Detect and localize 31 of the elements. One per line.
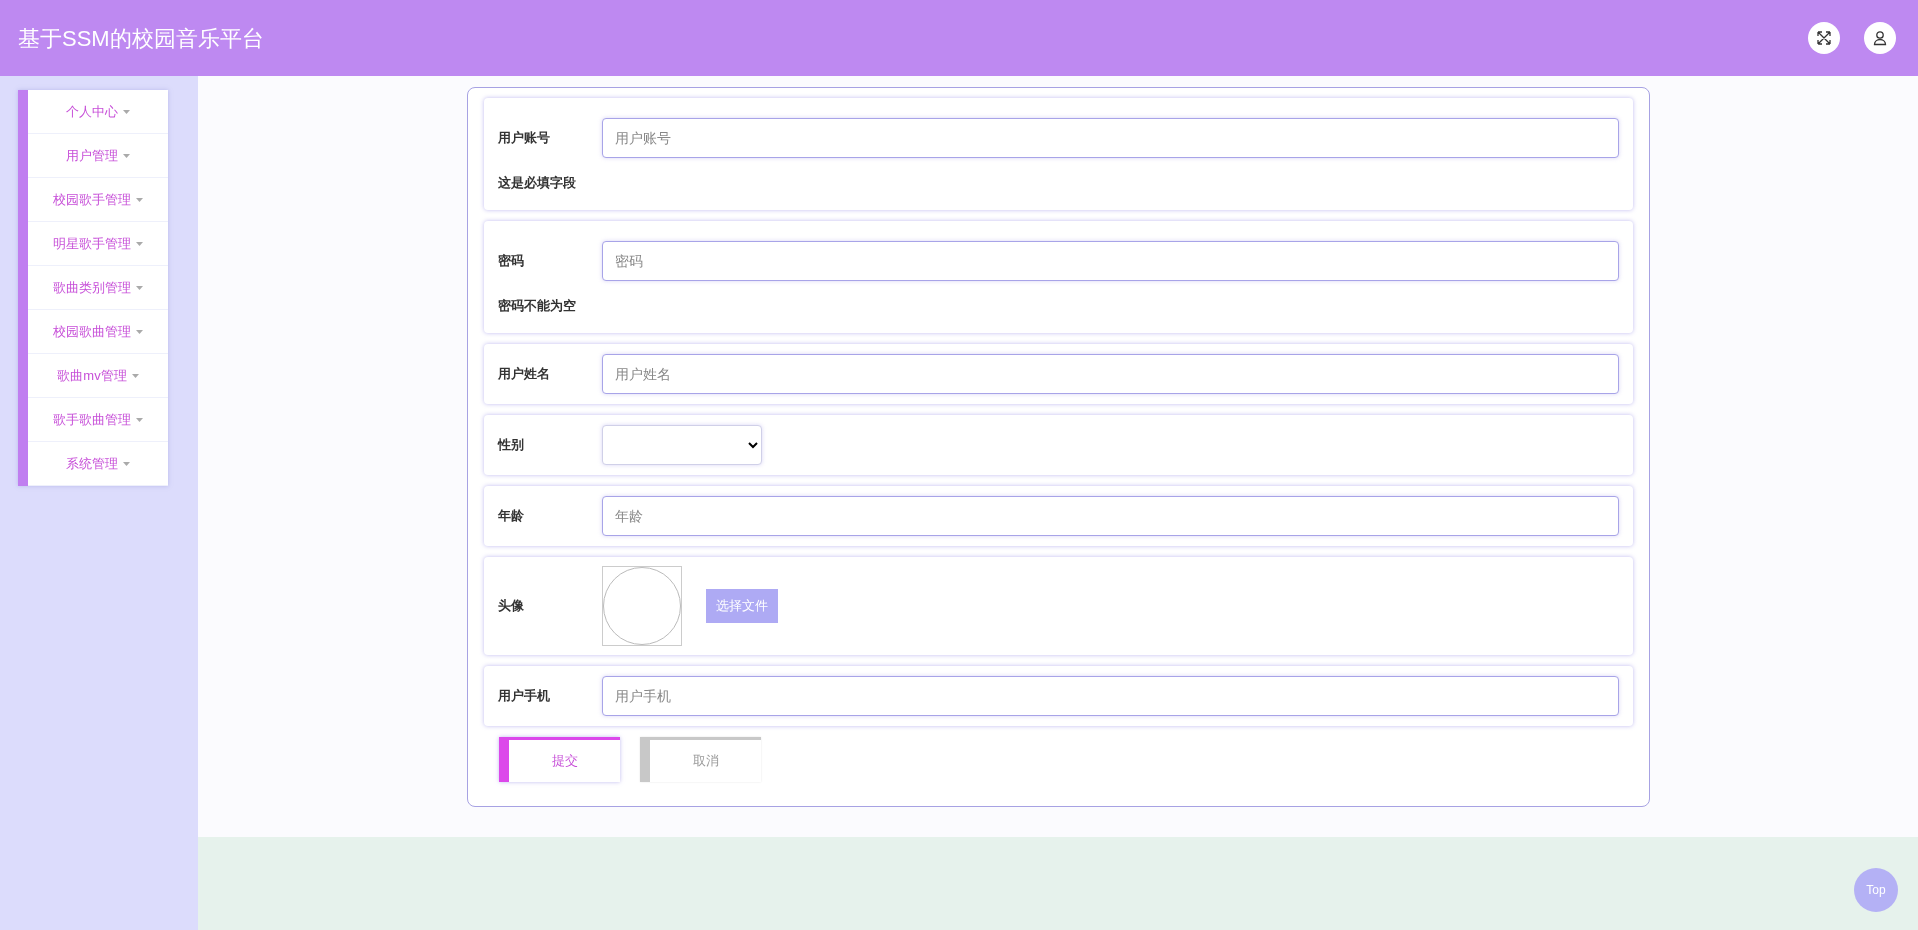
caret-icon	[123, 109, 130, 114]
caret-icon	[136, 197, 143, 202]
text-input[interactable]: 用户手机	[602, 676, 1619, 716]
app-title: 基于SSM的校园音乐平台	[18, 24, 264, 53]
fullscreen-button[interactable]	[1808, 22, 1840, 54]
text-input[interactable]: 用户账号	[602, 118, 1619, 158]
choose-file-button[interactable]: 选择文件	[706, 589, 778, 623]
text-input[interactable]: 年龄	[602, 496, 1619, 536]
field-label: 用户姓名	[498, 365, 551, 384]
field-label: 用户账号	[498, 129, 551, 148]
field-label: 头像	[498, 597, 525, 616]
error-message: 这是必填字段	[498, 175, 576, 190]
cancel-button[interactable]: 取消	[640, 737, 761, 782]
caret-icon	[136, 285, 143, 290]
caret-icon	[123, 461, 130, 466]
submit-button[interactable]: 提交	[499, 737, 620, 782]
caret-icon	[123, 153, 130, 158]
expand-icon	[1816, 30, 1832, 46]
field-label: 年龄	[498, 507, 525, 526]
field-label: 用户手机	[498, 687, 551, 706]
caret-icon	[131, 373, 139, 378]
caret-icon	[136, 417, 143, 422]
text-input[interactable]: 用户姓名	[602, 354, 1619, 394]
caret-icon	[136, 241, 143, 246]
text-input[interactable]: 密码	[602, 241, 1619, 281]
caret-icon	[136, 329, 143, 334]
field-label: 密码	[498, 252, 525, 271]
field-label: 性别	[498, 436, 525, 455]
error-message: 密码不能为空	[498, 298, 576, 313]
user-button[interactable]	[1864, 22, 1896, 54]
user-icon	[1872, 30, 1888, 46]
